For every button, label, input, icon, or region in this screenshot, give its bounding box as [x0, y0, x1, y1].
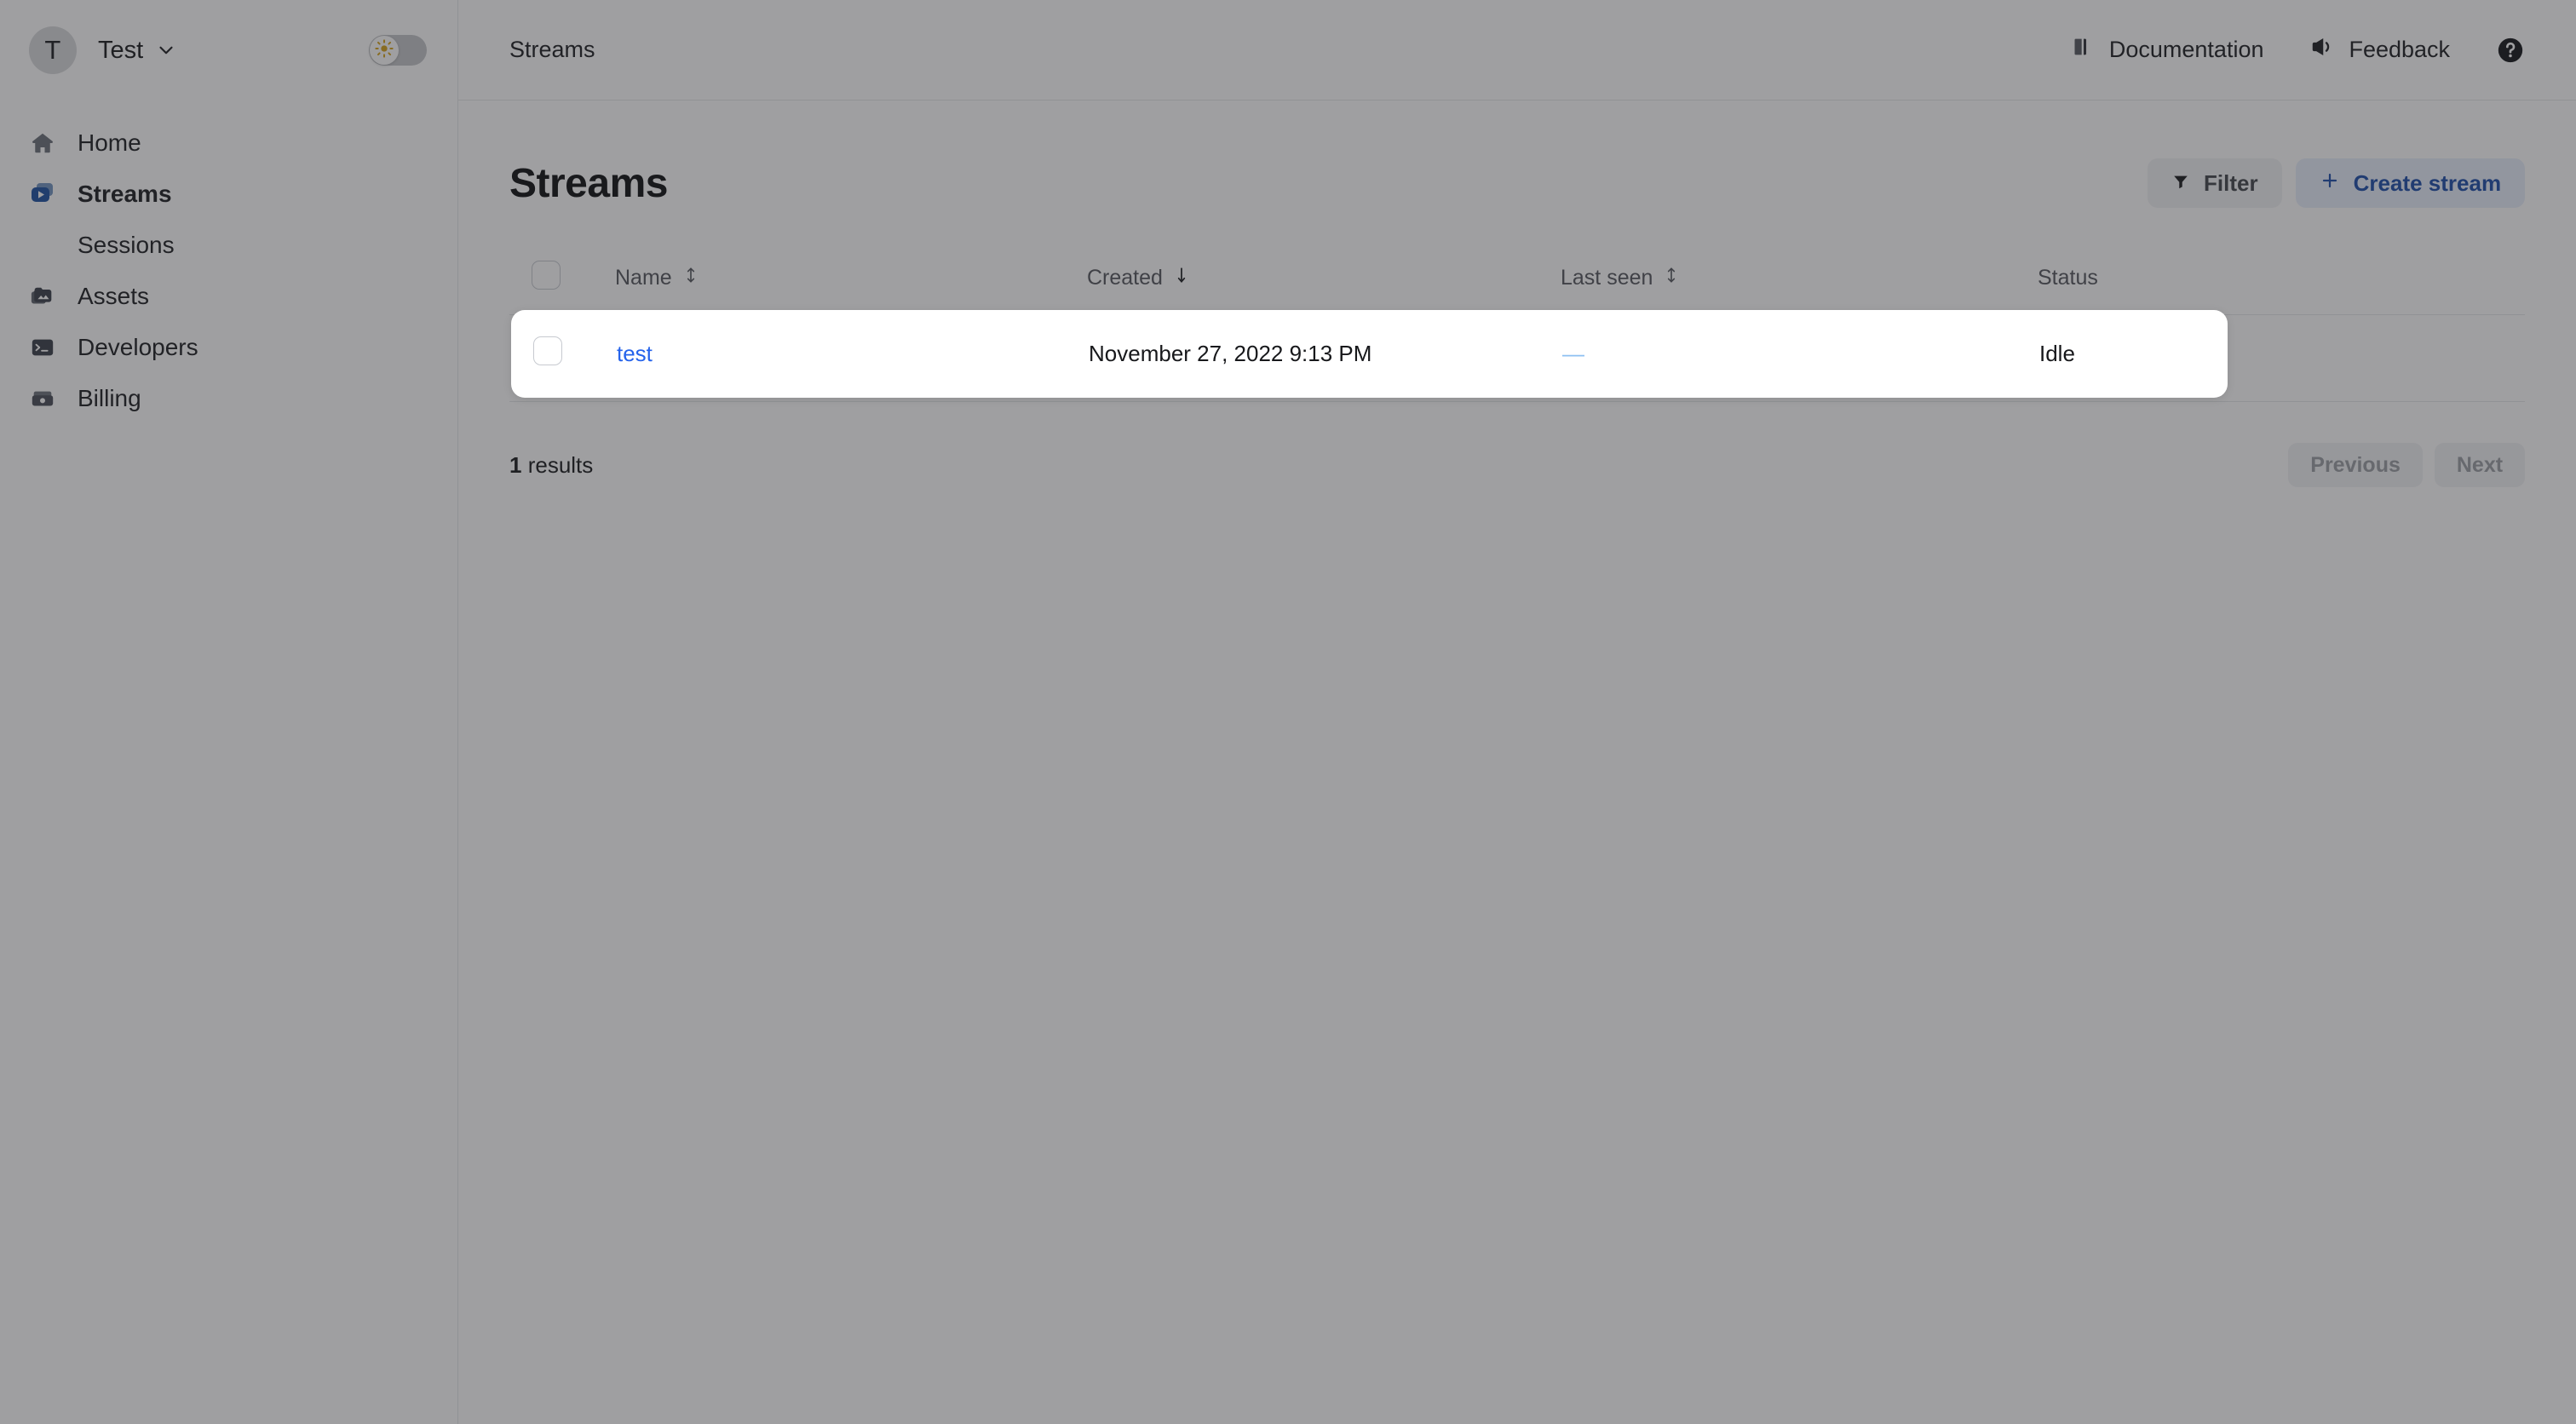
- spotlight-cell-last-seen: —: [1562, 341, 2039, 367]
- page-header: Streams Filter Create stream: [509, 155, 2526, 211]
- table-header-row: Name Created Last seen Status: [509, 261, 2526, 315]
- sidebar-item-label: Developers: [78, 334, 198, 360]
- topbar-actions: Documentation Feedback: [2072, 34, 2525, 66]
- spotlight-cell-status: Idle: [2039, 341, 2075, 366]
- avatar: T: [29, 26, 77, 74]
- funnel-icon: [2171, 170, 2190, 197]
- filter-button[interactable]: Filter: [2148, 158, 2282, 208]
- org-switcher-label[interactable]: Test: [98, 37, 143, 65]
- pagination: Previous Next: [2288, 443, 2526, 487]
- spotlight-cell-created: November 27, 2022 9:13 PM: [1089, 341, 1372, 366]
- theme-toggle-knob: [370, 36, 399, 65]
- stream-play-icon: [29, 181, 56, 208]
- megaphone-icon: [2309, 34, 2335, 66]
- sidebar-item-billing[interactable]: Billing: [0, 373, 457, 424]
- results-count: 1: [509, 451, 522, 478]
- page-content: Streams Filter Create stream Name Create…: [458, 100, 2576, 496]
- sort-desc-icon[interactable]: [1175, 266, 1188, 290]
- sidebar-item-home[interactable]: Home: [0, 118, 457, 169]
- create-stream-label: Create stream: [2353, 169, 2502, 196]
- results-count-text: 1 results: [509, 452, 593, 479]
- theme-toggle[interactable]: [369, 35, 427, 66]
- select-all-wrap: [509, 261, 615, 296]
- previous-page-button[interactable]: Previous: [2288, 443, 2423, 487]
- column-label: Last seen: [1561, 266, 1653, 290]
- book-icon: [2072, 35, 2096, 65]
- home-icon: [29, 129, 56, 157]
- sidebar-item-developers[interactable]: Developers: [0, 322, 457, 373]
- assets-icon: [29, 283, 56, 310]
- main-area: Streams Documentation Feedback Streams F…: [458, 0, 2576, 1424]
- documentation-label: Documentation: [2108, 37, 2264, 62]
- sidebar-item-sessions[interactable]: Sessions: [0, 220, 457, 271]
- app-root: T Test Home Streams Sessions Assets Deve…: [0, 0, 2576, 1424]
- sidebar-header: T Test: [0, 0, 457, 100]
- billing-icon: [29, 385, 56, 412]
- spotlight-cell-name: test: [617, 341, 1089, 367]
- sort-both-icon[interactable]: [1665, 266, 1678, 290]
- sidebar-item-label: Billing: [78, 385, 141, 411]
- column-label: Created: [1087, 266, 1163, 290]
- sidebar-nav: Home Streams Sessions Assets Developers …: [0, 100, 457, 424]
- sidebar-item-assets[interactable]: Assets: [0, 271, 457, 322]
- last-seen-empty: —: [1562, 341, 1584, 366]
- table-head: Name Created Last seen Status: [509, 261, 2526, 315]
- sidebar-item-streams[interactable]: Streams: [0, 169, 457, 220]
- stream-name-link[interactable]: test: [617, 341, 653, 366]
- next-page-button[interactable]: Next: [2434, 443, 2526, 487]
- feedback-link[interactable]: Feedback: [2309, 34, 2450, 66]
- column-header-created[interactable]: Created: [1087, 261, 1561, 315]
- chevron-down-icon[interactable]: [155, 39, 177, 61]
- sidebar: T Test Home Streams Sessions Assets Deve…: [0, 0, 458, 1424]
- highlighted-table-row[interactable]: test November 27, 2022 9:13 PM — Idle: [511, 310, 2228, 398]
- sidebar-item-label: Sessions: [78, 232, 175, 258]
- column-header-status: Status: [2038, 261, 2526, 315]
- terminal-icon: [29, 334, 56, 361]
- page-header-actions: Filter Create stream: [2148, 158, 2526, 208]
- spotlight-select-cell: [511, 336, 617, 371]
- row-checkbox[interactable]: [533, 336, 562, 365]
- breadcrumb[interactable]: Streams: [509, 37, 595, 63]
- table-footer: 1 results Previous Next: [509, 434, 2526, 496]
- sidebar-item-label: Home: [78, 129, 141, 156]
- plus-icon: [2320, 170, 2340, 197]
- sort-both-icon[interactable]: [684, 266, 698, 290]
- documentation-link[interactable]: Documentation: [2072, 35, 2264, 65]
- page-title: Streams: [509, 160, 668, 206]
- feedback-label: Feedback: [2349, 37, 2451, 62]
- select-all-checkbox[interactable]: [532, 261, 561, 290]
- column-header-name[interactable]: Name: [615, 261, 1087, 315]
- create-stream-button[interactable]: Create stream: [2295, 158, 2526, 208]
- column-label: Status: [2038, 266, 2098, 290]
- column-header-last-seen[interactable]: Last seen: [1561, 261, 2038, 315]
- filter-label: Filter: [2204, 169, 2258, 196]
- sidebar-item-label: Assets: [78, 283, 150, 309]
- topbar: Streams Documentation Feedback: [458, 0, 2576, 100]
- sidebar-item-label: Streams: [78, 181, 172, 207]
- select-all-cell: [509, 261, 615, 315]
- results-label: results: [527, 451, 594, 478]
- column-label: Name: [615, 266, 672, 290]
- help-circle-icon[interactable]: [2496, 36, 2525, 65]
- sun-icon: [375, 38, 394, 62]
